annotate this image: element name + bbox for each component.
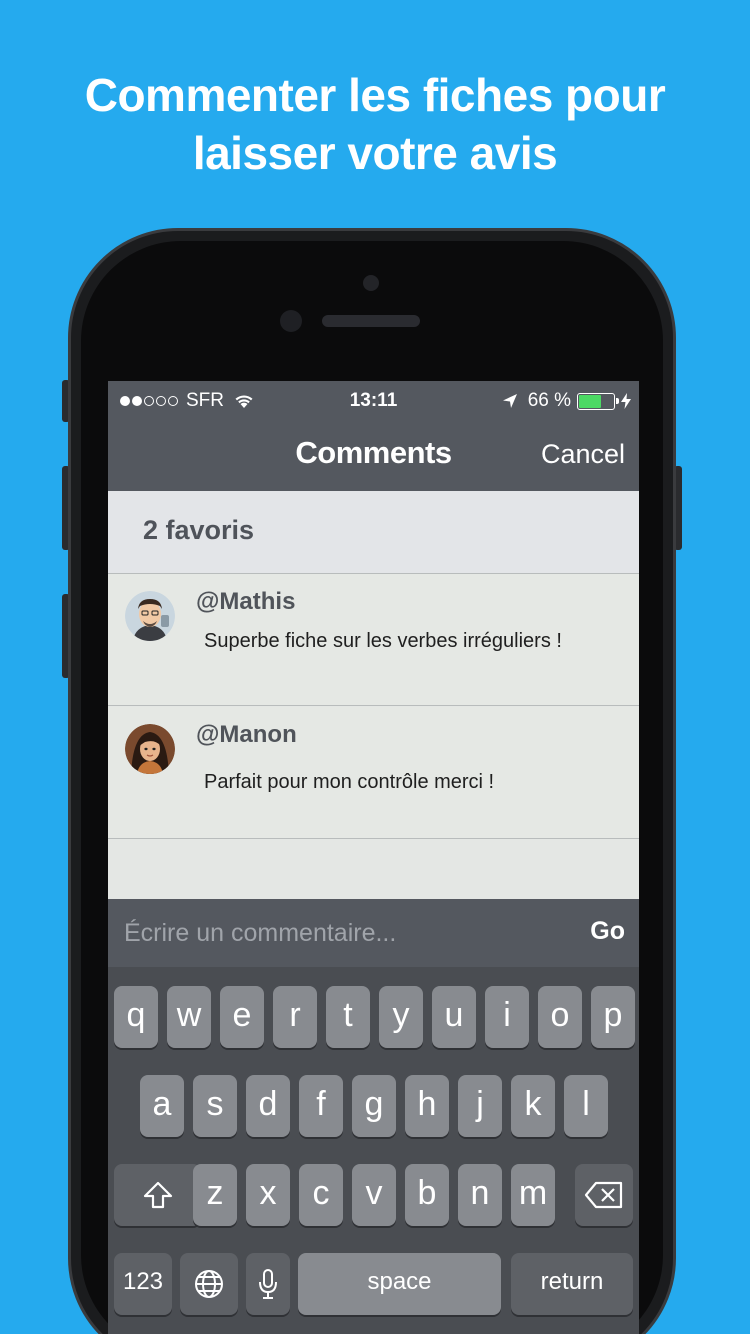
backspace-icon — [584, 1181, 623, 1209]
promo-line-1: Commenter les fiches pour — [84, 69, 666, 121]
comment-author[interactable]: @Manon — [196, 721, 297, 749]
keyboard: 123 space return qwertyuiop asdfghjkl zxcv… — [108, 967, 639, 1334]
microphone-icon — [259, 1269, 277, 1299]
comment-text: Parfait pour mon contrôle merci ! — [204, 771, 495, 793]
key-n[interactable]: n — [458, 1164, 502, 1226]
avatar-manon-icon — [125, 724, 175, 774]
comment-row[interactable]: @Mathis Superbe fiche sur les verbes irr… — [108, 574, 639, 706]
space-key[interactable]: space — [298, 1253, 501, 1315]
return-key[interactable]: return — [511, 1253, 633, 1315]
key-m[interactable]: m — [511, 1164, 555, 1226]
key-w[interactable]: w — [167, 986, 211, 1048]
key-z[interactable]: z — [193, 1164, 237, 1226]
key-c[interactable]: c — [299, 1164, 343, 1226]
key-d[interactable]: d — [246, 1075, 290, 1137]
front-camera — [280, 310, 302, 332]
battery-percent: 66 % — [527, 390, 571, 411]
status-bar: SFR 13:11 66 % — [108, 381, 639, 421]
key-x[interactable]: x — [246, 1164, 290, 1226]
front-sensor — [363, 275, 379, 291]
location-arrow-icon — [502, 394, 517, 408]
dictation-key[interactable] — [246, 1253, 290, 1315]
cancel-button[interactable]: Cancel — [541, 439, 625, 470]
promo-headline: Commenter les fiches pour laisser votre … — [0, 66, 750, 182]
key-i[interactable]: i — [485, 986, 529, 1048]
go-button[interactable]: Go — [590, 917, 625, 946]
key-g[interactable]: g — [352, 1075, 396, 1137]
favorites-count-header: 2 favoris — [108, 491, 639, 574]
comment-text: Superbe fiche sur les verbes irréguliers… — [204, 630, 562, 652]
comment-row[interactable]: @Manon Parfait pour mon contrôle merci ! — [108, 707, 639, 839]
battery-fill — [579, 394, 602, 408]
avatar-mathis-icon — [125, 591, 175, 641]
comment-input[interactable] — [124, 913, 564, 953]
battery-icon — [577, 392, 619, 410]
promo-line-2: laisser votre avis — [192, 127, 558, 179]
avatar[interactable] — [125, 724, 175, 774]
key-r[interactable]: r — [273, 986, 317, 1048]
favorites-count: 2 favoris — [143, 515, 255, 545]
key-f[interactable]: f — [299, 1075, 343, 1137]
shift-key[interactable] — [114, 1164, 201, 1226]
key-v[interactable]: v — [352, 1164, 396, 1226]
avatar[interactable] — [125, 591, 175, 641]
status-right: 66 % — [502, 390, 631, 412]
charging-bolt-icon — [621, 393, 631, 409]
key-t[interactable]: t — [326, 986, 370, 1048]
key-e[interactable]: e — [220, 986, 264, 1048]
key-b[interactable]: b — [405, 1164, 449, 1226]
key-j[interactable]: j — [458, 1075, 502, 1137]
key-q[interactable]: q — [114, 986, 158, 1048]
globe-key[interactable] — [180, 1253, 238, 1315]
numbers-key[interactable]: 123 — [114, 1253, 172, 1315]
earpiece-speaker — [322, 315, 420, 327]
backspace-key[interactable] — [575, 1164, 633, 1226]
key-a[interactable]: a — [140, 1075, 184, 1137]
key-h[interactable]: h — [405, 1075, 449, 1137]
key-u[interactable]: u — [432, 986, 476, 1048]
key-l[interactable]: l — [564, 1075, 608, 1137]
navigation-bar: Comments Cancel — [108, 421, 639, 491]
key-o[interactable]: o — [538, 986, 582, 1048]
globe-icon — [195, 1270, 223, 1298]
key-y[interactable]: y — [379, 986, 423, 1048]
phone-screen: SFR 13:11 66 % Comments Cancel 2 favoris… — [108, 381, 639, 1334]
shift-icon — [143, 1181, 172, 1209]
key-s[interactable]: s — [193, 1075, 237, 1137]
comment-composer: Go — [108, 899, 639, 967]
key-k[interactable]: k — [511, 1075, 555, 1137]
key-p[interactable]: p — [591, 986, 635, 1048]
comment-author[interactable]: @Mathis — [196, 588, 295, 616]
